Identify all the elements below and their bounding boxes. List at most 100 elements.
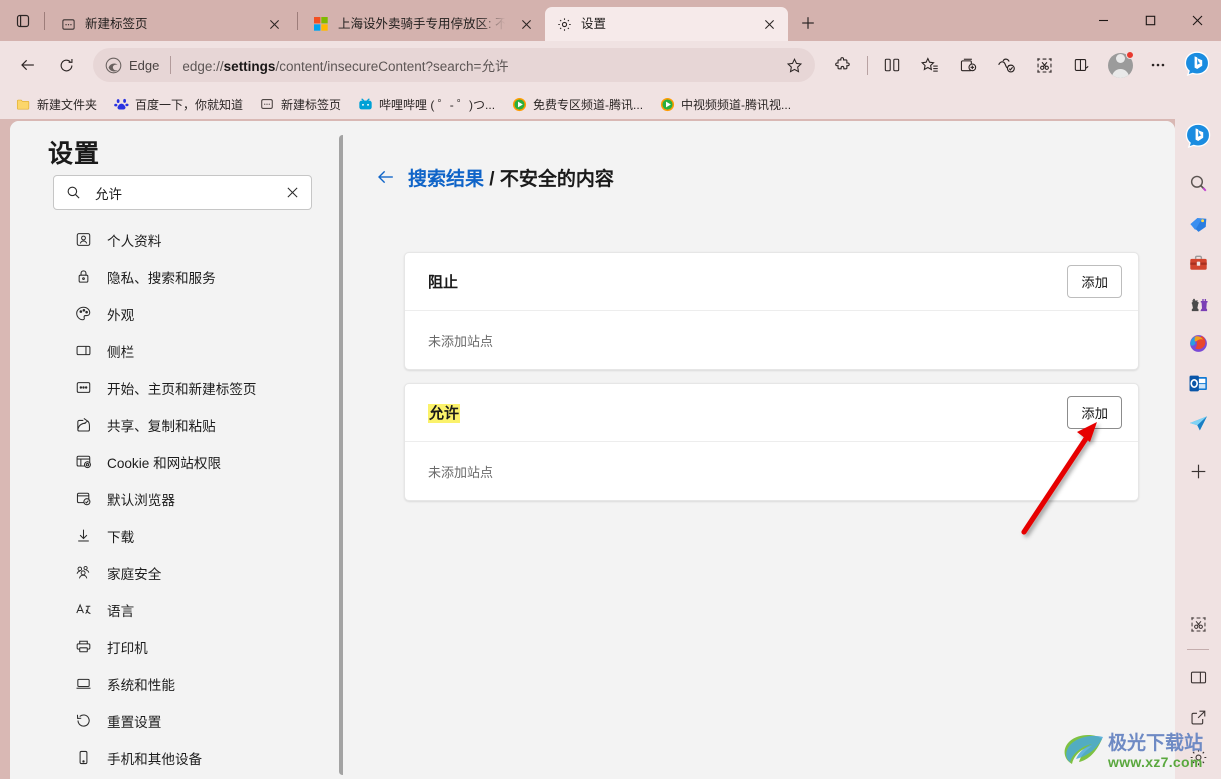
browser-essentials-icon[interactable] [989, 48, 1023, 82]
bookmarks-bar: 新建文件夹 百度一下，你就知道 新建标签页 哔哩哔哩 (゜- ゜)つ... 免… [0, 89, 1221, 119]
shopping-tag-icon[interactable] [1182, 207, 1214, 239]
tencent-video-icon [511, 96, 527, 112]
window-controls [1080, 0, 1221, 41]
add-sidebar-app-button[interactable] [1182, 455, 1214, 487]
extensions-icon[interactable] [826, 48, 860, 82]
screenshot-icon[interactable] [1182, 608, 1214, 640]
new-tab-icon [60, 16, 76, 32]
open-in-new-icon[interactable] [1182, 701, 1214, 733]
star-icon[interactable] [779, 50, 809, 80]
drop-icon[interactable] [1182, 407, 1214, 439]
games-icon[interactable] [1182, 287, 1214, 319]
tab-new-tab-page[interactable]: 新建标签页 [49, 7, 293, 41]
bookmark-item[interactable]: 哔哩哔哩 ( ゜- ゜)つ... [350, 92, 502, 116]
search-highlight: 允许 [428, 404, 461, 423]
tools-briefcase-icon[interactable] [1182, 247, 1214, 279]
outlook-icon[interactable] [1182, 367, 1214, 399]
bookmark-item[interactable]: 百度一下，你就知道 [106, 92, 250, 116]
tencent-video-icon [659, 96, 675, 112]
collections-icon[interactable] [951, 48, 985, 82]
new-tab-button[interactable] [793, 8, 823, 38]
close-icon[interactable] [279, 180, 305, 206]
sidebar-item-languages[interactable]: 语言 [38, 591, 318, 628]
sidebar-item-cookies-permissions[interactable]: Cookie 和网站权限 [38, 443, 318, 480]
tab-news-article[interactable]: 上海设外卖骑手专用停放区: 不 [302, 7, 545, 41]
printer-icon [73, 637, 93, 657]
profile-icon [73, 230, 93, 250]
allow-empty-note: 未添加站点 [428, 464, 494, 480]
baidu-icon [113, 96, 129, 112]
bookmark-item[interactable]: 免费专区频道-腾讯... [504, 92, 650, 116]
block-add-button[interactable]: 添加 [1067, 265, 1122, 298]
cookie-permissions-icon [73, 452, 93, 472]
breadcrumb-link-search-results[interactable]: 搜索结果 [408, 169, 484, 190]
sidebar-item-share-copy-paste[interactable]: 共享、复制和粘贴 [38, 406, 318, 443]
toolbar-divider [867, 55, 868, 75]
browser-window: 新建标签页 上海设外卖骑手专用停放区: 不 设置 Edge edge://set… [0, 0, 1221, 779]
sidebar-item-label: 系统和性能 [107, 677, 175, 693]
settings-gear-icon[interactable] [1182, 741, 1214, 773]
lock-icon [73, 267, 93, 287]
sidebar-item-default-browser[interactable]: 默认浏览器 [38, 480, 318, 517]
search-input[interactable]: 允许 [53, 175, 312, 210]
sidebar-item-appearance[interactable]: 外观 [38, 295, 318, 332]
address-bar[interactable]: Edge edge://settings/content/insecureCon… [93, 48, 815, 82]
tabstrip-divider [44, 12, 45, 30]
sidebar-item-phone-other-devices[interactable]: 手机和其他设备 [38, 739, 318, 776]
new-tab-icon [259, 96, 275, 112]
copilot-bing-icon[interactable] [1179, 47, 1215, 83]
sidebar-item-label: 共享、复制和粘贴 [107, 418, 216, 434]
title-bar: 新建标签页 上海设外卖骑手专用停放区: 不 设置 [0, 0, 1221, 41]
favorites-icon[interactable] [913, 48, 947, 82]
read-aloud-icon[interactable] [1065, 48, 1099, 82]
sidebar-item-label: 外观 [107, 307, 135, 323]
close-icon[interactable] [515, 13, 537, 35]
copilot-bing-icon[interactable] [1182, 121, 1214, 153]
refresh-icon[interactable] [49, 48, 83, 82]
minimize-button[interactable] [1080, 0, 1127, 41]
sidebar-item-sidebar[interactable]: 侧栏 [38, 332, 318, 369]
sidebar-item-privacy[interactable]: 隐私、搜索和服务 [38, 258, 318, 295]
palette-icon [73, 304, 93, 324]
language-icon [73, 600, 93, 620]
tab-title: 新建标签页 [85, 17, 148, 31]
back-arrow-icon[interactable] [11, 48, 45, 82]
settings-nav-list: 个人资料 隐私、搜索和服务 外观 侧栏 开始、主页和新建标签页 共享、复制和粘贴… [38, 221, 318, 779]
bookmark-item[interactable]: 中视频频道-腾讯视... [652, 92, 798, 116]
edge-sidebar-rail [1175, 119, 1221, 779]
split-screen-icon[interactable] [1182, 661, 1214, 693]
folder-icon [15, 96, 31, 112]
microsoft-365-icon[interactable] [1182, 327, 1214, 359]
bookmark-item[interactable]: 新建文件夹 [8, 92, 104, 116]
screenshot-icon[interactable] [1027, 48, 1061, 82]
close-icon[interactable] [263, 13, 285, 35]
split-screen-icon[interactable] [875, 48, 909, 82]
settings-content: 搜索结果 / 不安全的内容 默认情况下，安全站点会阻止不安全的内容 阻止 添加 … [343, 121, 1175, 779]
tab-search-icon[interactable] [6, 4, 40, 38]
sidebar-item-label: 个人资料 [107, 233, 162, 249]
sidebar-item-system-performance[interactable]: 系统和性能 [38, 665, 318, 702]
back-arrow-icon[interactable] [372, 163, 400, 191]
bookmark-label: 哔哩哔哩 ( ゜- ゜)つ... [379, 97, 496, 112]
tab-divider [297, 12, 298, 30]
maximize-button[interactable] [1127, 0, 1174, 41]
omnibox-divider [170, 56, 172, 74]
sidebar-item-family-safety[interactable]: 家庭安全 [38, 554, 318, 591]
sidebar-item-downloads[interactable]: 下载 [38, 517, 318, 554]
sidebar-item-start-home-newtab[interactable]: 开始、主页和新建标签页 [38, 369, 318, 406]
close-button[interactable] [1174, 0, 1221, 41]
bookmark-label: 百度一下，你就知道 [135, 97, 244, 112]
sidebar-item-reset-settings[interactable]: 重置设置 [38, 702, 318, 739]
close-icon[interactable] [758, 13, 780, 35]
tab-settings[interactable]: 设置 [545, 7, 788, 41]
home-icon [73, 378, 93, 398]
sidebar-item-printers[interactable]: 打印机 [38, 628, 318, 665]
allow-add-button[interactable]: 添加 [1067, 396, 1122, 429]
bookmark-label: 新建文件夹 [37, 97, 98, 112]
allow-card: 允许 添加 未添加站点 [404, 383, 1139, 501]
sidebar-item-profile[interactable]: 个人资料 [38, 221, 318, 258]
more-ellipsis-icon[interactable] [1141, 48, 1175, 82]
search-icon[interactable] [1182, 167, 1214, 199]
avatar[interactable] [1103, 48, 1137, 82]
bookmark-item[interactable]: 新建标签页 [252, 92, 348, 116]
